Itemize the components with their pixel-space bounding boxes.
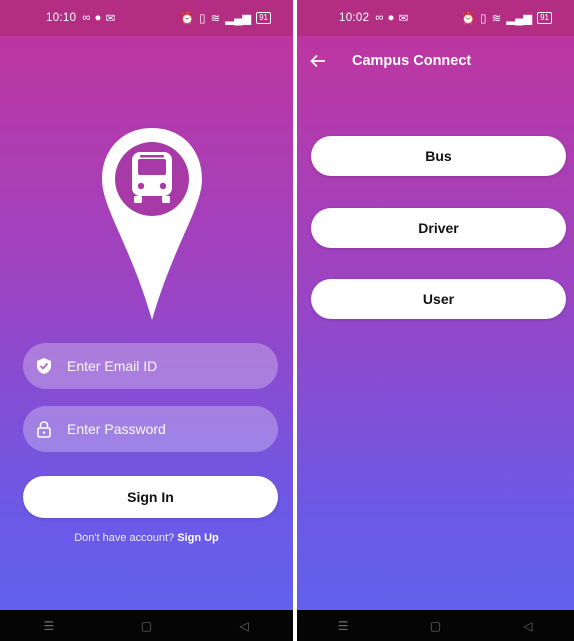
status-time: 10:10 [46, 12, 77, 24]
password-field[interactable] [23, 406, 278, 452]
shield-check-icon [35, 357, 53, 375]
role-select-screen: 10:02 ∞ ● ✉ ⏰ ▯ ≋ ▂▄▆ 91 Campus Connect [297, 0, 574, 641]
wifi-icon: ≋ [491, 13, 502, 25]
infinity-icon: ∞ [375, 12, 384, 24]
menu-icon[interactable]: ☰ [308, 619, 378, 633]
bus-option-button[interactable]: Bus [311, 136, 566, 176]
vibrate-icon: ▯ [199, 13, 206, 25]
back-arrow-icon[interactable] [310, 53, 326, 69]
login-screen: 10:10 ∞ ● ✉ ⏰ ▯ ≋ ▂▄▆ 91 Enter Email ID … [0, 0, 293, 641]
system-nav-bar: ☰ ▢ ◁ [297, 610, 574, 641]
home-icon[interactable]: ▢ [111, 619, 181, 633]
email-field[interactable] [23, 343, 278, 389]
bus-location-pin-icon [102, 128, 202, 320]
user-option-button[interactable]: User [311, 279, 566, 319]
battery-icon: 91 [256, 12, 271, 24]
app-bar: Campus Connect [297, 48, 574, 74]
mail-icon: ✉ [398, 13, 409, 25]
app-title: Campus Connect [352, 53, 472, 69]
sign-up-link[interactable]: Sign Up [177, 532, 219, 544]
signup-prompt-row: Don't have account? Sign Up [0, 532, 293, 544]
signup-prompt: Don't have account? [74, 532, 175, 544]
whatsapp-icon: ● [94, 12, 102, 24]
system-nav-bar: ☰ ▢ ◁ [0, 610, 293, 641]
whatsapp-icon: ● [387, 12, 395, 24]
status-bar: 10:10 ∞ ● ✉ ⏰ ▯ ≋ ▂▄▆ 91 [0, 0, 293, 36]
vibrate-icon: ▯ [480, 13, 487, 25]
password-input[interactable] [67, 421, 247, 437]
status-time: 10:02 [339, 12, 370, 24]
infinity-icon: ∞ [82, 12, 91, 24]
sign-in-button[interactable]: Sign In [23, 476, 278, 518]
menu-icon[interactable]: ☰ [14, 619, 84, 633]
signal-icon: ▂▄▆ [225, 13, 252, 25]
email-input[interactable] [67, 358, 247, 374]
signal-icon: ▂▄▆ [506, 13, 533, 25]
alarm-icon: ⏰ [460, 13, 476, 25]
back-triangle-icon[interactable]: ◁ [209, 619, 279, 633]
lock-icon [35, 420, 53, 438]
wifi-icon: ≋ [210, 13, 221, 25]
mail-icon: ✉ [105, 13, 116, 25]
screenshot-stage: 10:10 ∞ ● ✉ ⏰ ▯ ≋ ▂▄▆ 91 Enter Email ID … [0, 0, 574, 641]
battery-icon: 91 [537, 12, 552, 24]
driver-option-button[interactable]: Driver [311, 208, 566, 248]
home-icon[interactable]: ▢ [400, 619, 470, 633]
back-triangle-icon[interactable]: ◁ [493, 619, 563, 633]
status-bar: 10:02 ∞ ● ✉ ⏰ ▯ ≋ ▂▄▆ 91 [297, 0, 574, 36]
alarm-icon: ⏰ [179, 13, 195, 25]
